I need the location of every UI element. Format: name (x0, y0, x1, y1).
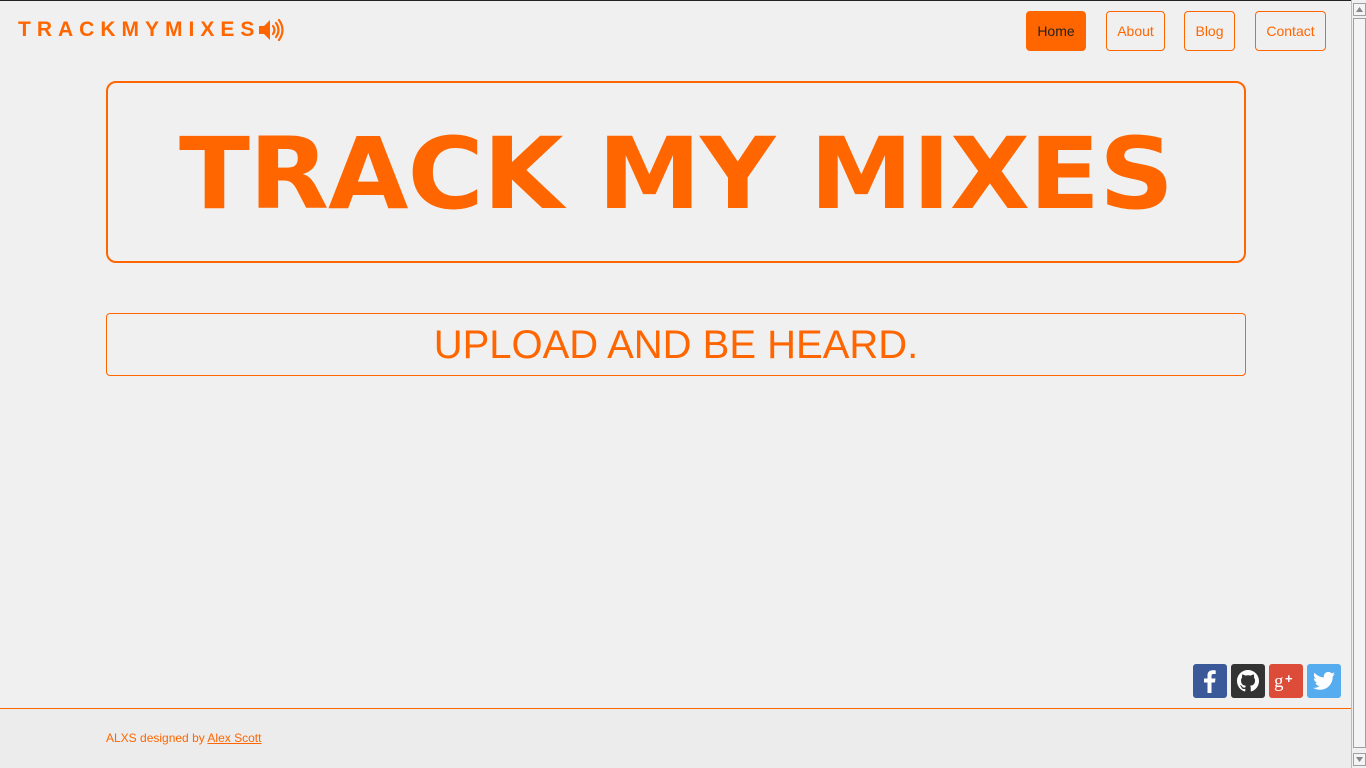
top-border (0, 0, 1351, 1)
scroll-up-arrow-icon[interactable] (1353, 3, 1366, 16)
svg-text:g: g (1274, 671, 1284, 692)
footer-credit-prefix: ALXS designed by (106, 731, 208, 745)
google-plus-icon[interactable]: g + (1269, 664, 1303, 698)
footer-credit: ALXS designed by Alex Scott (106, 731, 261, 745)
tagline-box: UPLOAD AND BE HEARD. (106, 313, 1246, 376)
github-icon[interactable] (1231, 664, 1265, 698)
tagline-text: UPLOAD AND BE HEARD. (433, 323, 919, 367)
logo-text: TRACKMYMIXES (18, 18, 261, 41)
nav-contact-button[interactable]: Contact (1255, 11, 1326, 51)
site-logo[interactable]: TRACKMYMIXES (18, 17, 285, 43)
scroll-thumb[interactable] (1353, 18, 1366, 748)
twitter-icon[interactable] (1307, 664, 1341, 698)
scroll-down-arrow-icon[interactable] (1353, 753, 1366, 766)
hero-banner: TRACK MY MIXES (106, 81, 1246, 263)
footer: ALXS designed by Alex Scott (0, 709, 1351, 768)
hero-title: TRACK MY MIXES (179, 115, 1174, 232)
nav-home-button[interactable]: Home (1026, 11, 1086, 51)
nav-about-button[interactable]: About (1106, 11, 1165, 51)
nav-blog-button[interactable]: Blog (1184, 11, 1235, 51)
author-link[interactable]: Alex Scott (207, 731, 261, 745)
facebook-icon[interactable] (1193, 664, 1227, 698)
svg-text:+: + (1285, 671, 1293, 686)
vertical-scrollbar[interactable] (1351, 0, 1366, 768)
page: TRACKMYMIXES Home About Blog Contact TRA… (0, 0, 1351, 768)
speaker-volume-icon (257, 17, 285, 43)
